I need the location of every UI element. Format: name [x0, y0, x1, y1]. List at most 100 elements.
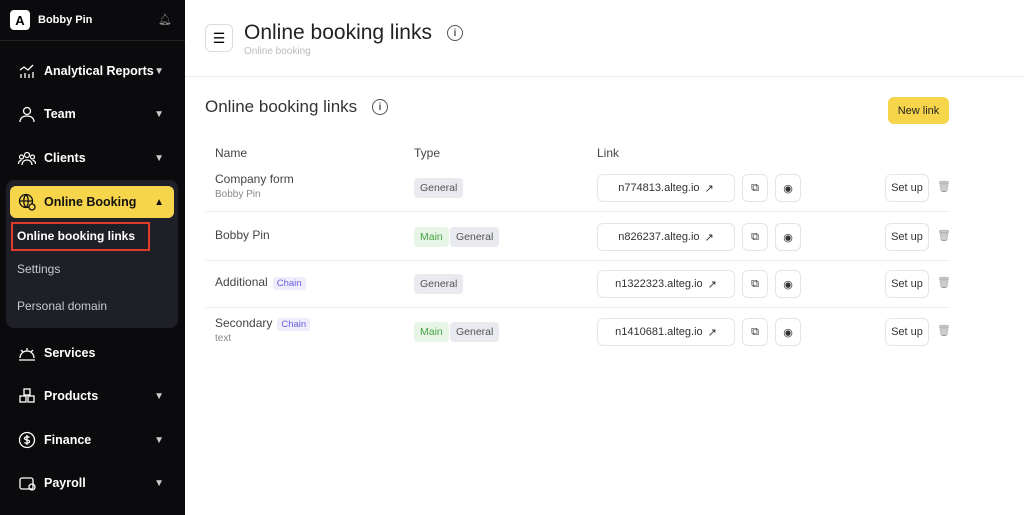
copy-icon: ⧉	[751, 325, 759, 338]
account-name: Bobby Pin	[38, 14, 93, 26]
setup-button[interactable]: Set up	[885, 174, 929, 202]
preview-button[interactable]: ◉	[775, 223, 801, 251]
eye-icon: ◉	[783, 231, 793, 244]
link-name: Company form	[215, 172, 294, 186]
label: Analytical Reports	[44, 64, 154, 78]
booking-link[interactable]: n1322323.alteg.io ↗	[597, 270, 735, 298]
menu-toggle-button[interactable]: ☰	[205, 24, 233, 52]
link-subtitle: Bobby Pin	[215, 189, 261, 200]
booking-link[interactable]: n1410681.alteg.io ↗	[597, 318, 735, 346]
label: Payroll	[44, 476, 86, 490]
section-title: Online booking links	[205, 97, 358, 116]
sidebar-item-services[interactable]: Services	[10, 337, 174, 369]
page-header: ☰ Online booking links i Online booking	[185, 0, 1024, 77]
subitem-personal-domain[interactable]: Personal domain	[17, 299, 107, 313]
sidebar-item-team[interactable]: Team ▼	[10, 98, 174, 130]
sidebar-item-analytical-reports[interactable]: Analytical Reports ▼	[10, 55, 174, 87]
dollar-icon	[18, 431, 36, 449]
table-row: Secondary Chain text Main General n1410681.al…	[205, 308, 951, 356]
copy-icon: ⧉	[751, 230, 759, 243]
box-icon	[19, 388, 35, 403]
account-switcher[interactable]: A Bobby Pin	[10, 10, 92, 30]
wallet-icon	[19, 477, 36, 491]
general-badge: General	[450, 227, 500, 247]
link-name: Bobby Pin	[215, 228, 270, 242]
table-row: Bobby Pin Main General n826237.alteg.io ↗ ⧉ ◉ S…	[205, 213, 951, 261]
copy-button[interactable]: ⧉	[742, 223, 768, 251]
label: Finance	[44, 433, 92, 447]
sidebar: A Bobby Pin 🔔︎ Analytical Reports ▼ Team ▼ …	[0, 0, 185, 515]
chevron-down-icon: ▼	[154, 152, 164, 164]
link-name: Additional Chain	[215, 275, 306, 290]
services-icon	[19, 348, 35, 361]
chevron-down-icon: ▼	[154, 65, 164, 77]
divider	[0, 40, 185, 41]
trash-icon[interactable]: 🗑︎	[937, 180, 951, 193]
trash-icon[interactable]: 🗑︎	[937, 276, 951, 289]
preview-button[interactable]: ◉	[775, 318, 801, 346]
chart-icon	[19, 64, 34, 78]
label: Clients	[44, 151, 86, 165]
table-row: Additional Chain General n1322323.alteg.io ↗…	[205, 260, 951, 308]
sidebar-item-online-booking[interactable]: Online Booking ▲	[10, 186, 174, 218]
general-badge: General	[450, 322, 500, 342]
sidebar-item-products[interactable]: Products ▼	[10, 380, 174, 412]
external-link-icon: ↗	[707, 278, 717, 291]
globe-icon	[18, 193, 36, 211]
subitem-online-booking-links[interactable]: Online booking links	[10, 222, 151, 251]
chevron-down-icon: ▼	[154, 477, 164, 489]
copy-icon: ⧉	[751, 277, 759, 290]
chain-badge: Chain	[272, 277, 306, 290]
preview-button[interactable]: ◉	[775, 174, 801, 202]
eye-icon: ◉	[783, 182, 793, 195]
main-badge: Main	[414, 227, 449, 247]
external-link-icon: ↗	[704, 231, 714, 244]
setup-button[interactable]: Set up	[885, 223, 929, 251]
link-name: Secondary Chain	[215, 316, 311, 331]
external-link-icon: ↗	[704, 182, 714, 195]
logo-icon: A	[10, 10, 30, 30]
eye-icon: ◉	[783, 326, 793, 339]
copy-button[interactable]: ⧉	[742, 174, 768, 202]
label: Online Booking	[44, 195, 137, 209]
user-icon	[19, 106, 35, 123]
column-header-name: Name	[215, 146, 248, 160]
trash-icon[interactable]: 🗑︎	[937, 324, 951, 337]
chevron-down-icon: ▼	[154, 108, 164, 120]
eye-icon: ◉	[783, 278, 793, 291]
table-row: Company form Bobby Pin General n774813.alte…	[205, 164, 951, 212]
label: Products	[44, 389, 99, 403]
hamburger-icon: ☰	[212, 29, 226, 46]
trash-icon[interactable]: 🗑︎	[937, 229, 951, 242]
label: Services	[44, 346, 96, 360]
main-badge: Main	[414, 322, 449, 342]
chain-badge: Chain	[277, 318, 311, 331]
chevron-down-icon: ▼	[154, 390, 164, 402]
copy-button[interactable]: ⧉	[742, 270, 768, 298]
page-title: Online booking links	[244, 21, 432, 44]
label: Team	[44, 107, 76, 121]
info-icon[interactable]: i	[372, 99, 388, 115]
preview-button[interactable]: ◉	[775, 270, 801, 298]
setup-button[interactable]: Set up	[885, 318, 929, 346]
column-header-type: Type	[414, 146, 441, 160]
setup-button[interactable]: Set up	[885, 270, 929, 298]
subitem-settings[interactable]: Settings	[17, 262, 60, 276]
copy-icon: ⧉	[751, 181, 759, 194]
users-icon	[18, 151, 36, 166]
general-badge: General	[414, 178, 464, 198]
copy-button[interactable]: ⧉	[742, 318, 768, 346]
chevron-down-icon: ▼	[154, 434, 164, 446]
column-header-link: Link	[597, 146, 620, 160]
breadcrumb[interactable]: Online booking	[244, 46, 311, 57]
booking-link[interactable]: n774813.alteg.io ↗	[597, 174, 735, 202]
sidebar-item-finance[interactable]: Finance ▼	[10, 424, 174, 456]
bell-icon[interactable]: 🔔︎	[158, 13, 172, 26]
booking-link[interactable]: n826237.alteg.io ↗	[597, 223, 735, 251]
info-icon[interactable]: i	[447, 25, 463, 41]
sidebar-item-payroll[interactable]: Payroll ▼	[10, 467, 174, 499]
chevron-up-icon: ▲	[154, 196, 164, 208]
new-link-button[interactable]: New link	[888, 97, 949, 124]
sidebar-item-clients[interactable]: Clients ▼	[10, 142, 174, 174]
link-subtitle: text	[215, 333, 232, 344]
